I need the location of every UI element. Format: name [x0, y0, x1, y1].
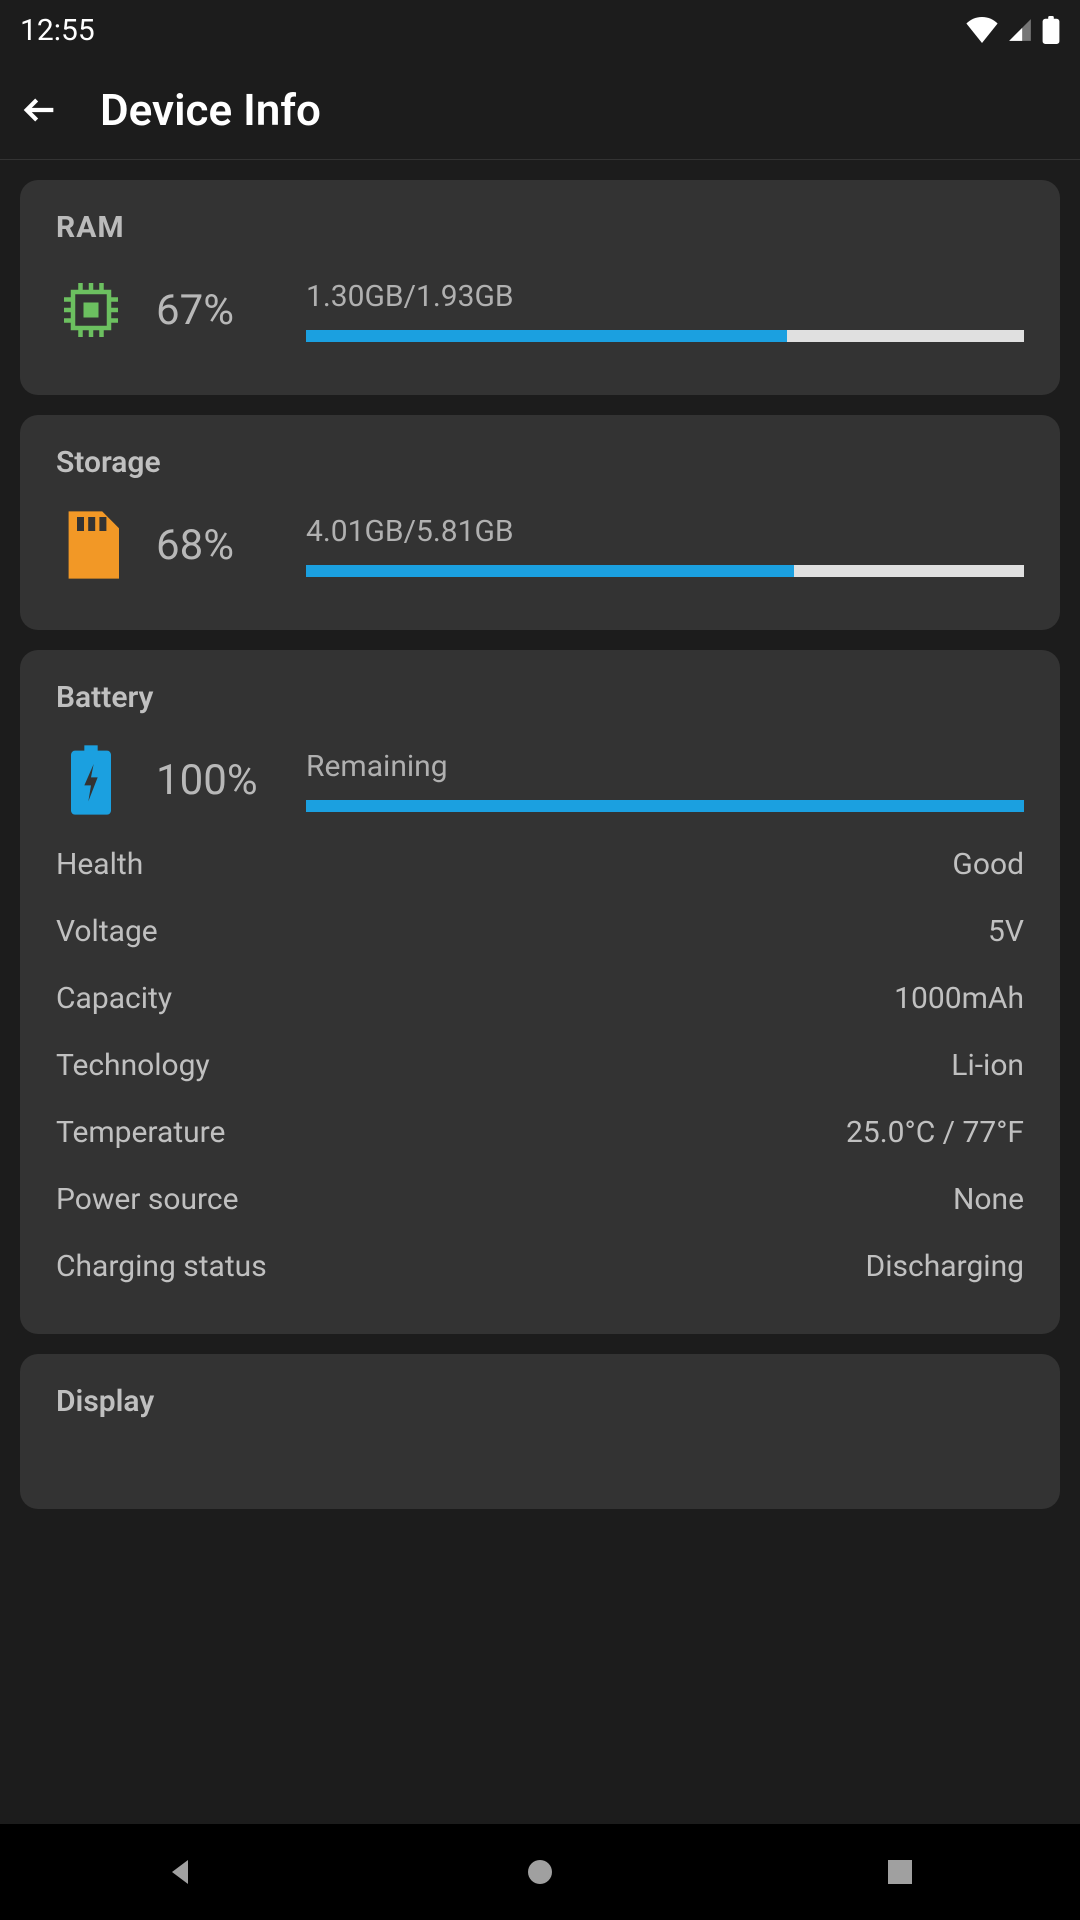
voltage-label: Voltage — [56, 914, 158, 949]
detail-row-temperature: Temperature 25.0°C / 77°F — [56, 1115, 1024, 1150]
storage-progress-fill — [306, 565, 794, 577]
ram-metric: 67% 1.30GB/1.93GB — [56, 275, 1024, 345]
power-source-label: Power source — [56, 1182, 239, 1217]
ram-usage-label: 1.30GB/1.93GB — [306, 279, 1024, 314]
storage-metric: 68% 4.01GB/5.81GB — [56, 510, 1024, 580]
storage-progress-bar — [306, 565, 1024, 577]
ram-bar-section: 1.30GB/1.93GB — [306, 279, 1024, 342]
battery-details: Health Good Voltage 5V Capacity 1000mAh … — [56, 847, 1024, 1284]
charging-status-value: Discharging — [866, 1249, 1024, 1284]
status-icons — [966, 16, 1060, 44]
ram-progress-fill — [306, 330, 787, 342]
display-title: Display — [56, 1384, 1024, 1419]
power-source-value: None — [953, 1182, 1024, 1217]
page-title: Device Info — [100, 84, 321, 136]
detail-row-health: Health Good — [56, 847, 1024, 882]
ram-percent: 67% — [156, 286, 276, 335]
battery-card[interactable]: Battery 100% Remaining Health Good — [20, 650, 1060, 1334]
ram-card[interactable]: RAM — [20, 180, 1060, 395]
nav-recent-button[interactable] — [880, 1852, 920, 1892]
navigation-bar — [0, 1824, 1080, 1920]
battery-bar-section: Remaining — [306, 749, 1024, 812]
ram-icon — [56, 275, 126, 345]
technology-value: Li-ion — [951, 1048, 1024, 1083]
storage-percent: 68% — [156, 521, 276, 570]
capacity-value: 1000mAh — [894, 981, 1024, 1016]
battery-percent: 100% — [156, 756, 276, 805]
health-value: Good — [952, 847, 1024, 882]
nav-back-button[interactable] — [160, 1852, 200, 1892]
ram-title: RAM — [56, 210, 1024, 245]
storage-icon — [56, 510, 126, 580]
display-card[interactable]: Display — [20, 1354, 1060, 1509]
back-button[interactable] — [20, 90, 60, 130]
detail-row-capacity: Capacity 1000mAh — [56, 981, 1024, 1016]
battery-status-icon — [1042, 16, 1060, 44]
content-area: RAM — [0, 160, 1080, 1824]
battery-progress-bar — [306, 800, 1024, 812]
wifi-icon — [966, 17, 998, 43]
battery-title: Battery — [56, 680, 1024, 715]
storage-title: Storage — [56, 445, 1024, 480]
signal-icon — [1006, 17, 1034, 43]
storage-bar-section: 4.01GB/5.81GB — [306, 514, 1024, 577]
battery-metric: 100% Remaining — [56, 745, 1024, 815]
voltage-value: 5V — [988, 914, 1024, 949]
nav-home-button[interactable] — [520, 1852, 560, 1892]
temperature-label: Temperature — [56, 1115, 225, 1150]
battery-progress-fill — [306, 800, 1024, 812]
capacity-label: Capacity — [56, 981, 172, 1016]
battery-remaining-label: Remaining — [306, 749, 1024, 784]
charging-status-label: Charging status — [56, 1249, 267, 1284]
storage-card[interactable]: Storage 68% 4.01GB/5.81GB — [20, 415, 1060, 630]
status-time: 12:55 — [20, 13, 95, 48]
status-bar: 12:55 — [0, 0, 1080, 60]
battery-icon — [56, 745, 126, 815]
health-label: Health — [56, 847, 143, 882]
detail-row-power-source: Power source None — [56, 1182, 1024, 1217]
detail-row-voltage: Voltage 5V — [56, 914, 1024, 949]
app-header: Device Info — [0, 60, 1080, 160]
detail-row-charging-status: Charging status Discharging — [56, 1249, 1024, 1284]
storage-usage-label: 4.01GB/5.81GB — [306, 514, 1024, 549]
detail-row-technology: Technology Li-ion — [56, 1048, 1024, 1083]
temperature-value: 25.0°C / 77°F — [846, 1115, 1024, 1150]
ram-progress-bar — [306, 330, 1024, 342]
technology-label: Technology — [56, 1048, 210, 1083]
